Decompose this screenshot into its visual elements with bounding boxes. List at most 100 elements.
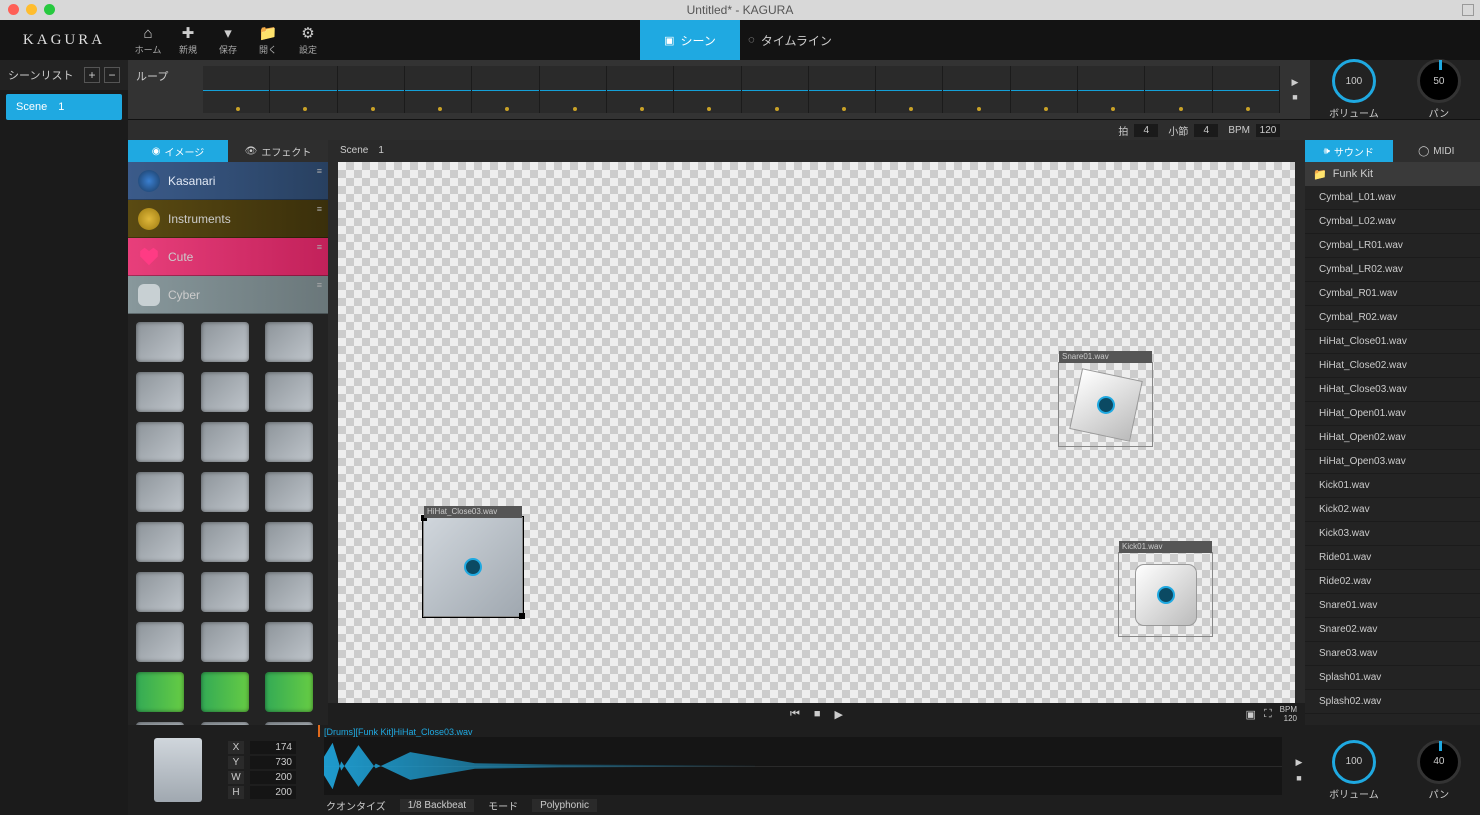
master-volume-knob[interactable]: 100 [1332, 59, 1376, 103]
mode-scene[interactable]: ▣シーン [640, 20, 740, 60]
fullscreen-icon[interactable]: ⛶ [1264, 708, 1272, 721]
coord-h[interactable]: 200 [250, 786, 296, 799]
asset-thumb[interactable] [136, 372, 184, 412]
sound-file-row[interactable]: Snare02.wav [1305, 618, 1480, 642]
sound-file-row[interactable]: Cymbal_L01.wav [1305, 186, 1480, 210]
asset-thumb[interactable] [265, 522, 313, 562]
asset-thumb[interactable] [265, 472, 313, 512]
coord-y[interactable]: 730 [250, 756, 296, 769]
sound-file-row[interactable]: HiHat_Close03.wav [1305, 378, 1480, 402]
menu-icon[interactable]: ≡ [317, 204, 322, 214]
sound-file-row[interactable]: Snare01.wav [1305, 594, 1480, 618]
prev-icon[interactable]: ⏮ [790, 708, 800, 721]
scene-list-item[interactable]: Scene 1 [6, 94, 122, 120]
beat-value[interactable]: 4 [1134, 124, 1158, 137]
coord-w[interactable]: 200 [250, 771, 296, 784]
master-pan-knob[interactable]: 50 [1417, 59, 1461, 103]
sound-file-row[interactable]: HiHat_Open02.wav [1305, 426, 1480, 450]
home-button[interactable]: ⌂ホーム [128, 25, 168, 56]
sound-file-row[interactable]: Splash01.wav [1305, 666, 1480, 690]
sound-file-row[interactable]: Ride02.wav [1305, 570, 1480, 594]
bpm-value[interactable]: 120 [1256, 124, 1280, 137]
sound-file-row[interactable]: Kick02.wav [1305, 498, 1480, 522]
tab-midi[interactable]: ◯MIDI [1393, 140, 1480, 162]
category-kasanari[interactable]: Kasanari≡ [128, 162, 328, 200]
coord-x[interactable]: 174 [250, 741, 296, 754]
loop-play-icon[interactable]: ▶ [1292, 77, 1299, 88]
mode-value[interactable]: Polyphonic [532, 799, 597, 812]
remove-scene-button[interactable]: − [104, 67, 120, 83]
loop-stop-icon[interactable]: ■ [1292, 92, 1297, 102]
asset-thumb[interactable] [265, 572, 313, 612]
asset-thumb[interactable] [136, 522, 184, 562]
save-button[interactable]: ▾保存 [208, 24, 248, 56]
object-pan-knob[interactable]: 40 [1417, 740, 1461, 784]
asset-thumb[interactable] [201, 622, 249, 662]
quantize-value[interactable]: 1/8 Backbeat [400, 799, 474, 812]
object-volume-knob[interactable]: 100 [1332, 740, 1376, 784]
sound-file-row[interactable]: Kick01.wav [1305, 474, 1480, 498]
asset-thumb[interactable] [265, 422, 313, 462]
sound-file-row[interactable]: HiHat_Close02.wav [1305, 354, 1480, 378]
asset-thumb[interactable] [201, 472, 249, 512]
asset-thumb[interactable] [136, 622, 184, 662]
tab-image[interactable]: ◉イメージ [128, 140, 228, 162]
waveform[interactable] [324, 737, 1282, 795]
sound-file-row[interactable]: HiHat_Close01.wav [1305, 330, 1480, 354]
sound-file-row[interactable]: HiHat_Open03.wav [1305, 450, 1480, 474]
asset-thumb[interactable] [136, 672, 184, 712]
scene-list-panel: シーンリスト + − Scene 1 [0, 60, 128, 815]
canvas-object-kick[interactable]: Kick01.wav [1118, 552, 1213, 637]
wave-play-icon[interactable]: ▶ [1296, 757, 1303, 768]
asset-thumb[interactable] [201, 522, 249, 562]
asset-thumb[interactable] [136, 472, 184, 512]
sound-file-row[interactable]: HiHat_Open01.wav [1305, 402, 1480, 426]
settings-button[interactable]: ⚙設定 [288, 24, 328, 56]
mode-timeline[interactable]: ◌タイムライン [740, 20, 840, 60]
sound-file-row[interactable]: Cymbal_LR01.wav [1305, 234, 1480, 258]
asset-thumb[interactable] [136, 322, 184, 362]
bar-value[interactable]: 4 [1194, 124, 1218, 137]
stop-icon[interactable]: ■ [814, 708, 821, 720]
asset-thumb[interactable] [265, 622, 313, 662]
fit-icon[interactable]: ▣ [1246, 708, 1256, 721]
canvas-object-snare[interactable]: Snare01.wav [1058, 362, 1153, 447]
asset-thumb[interactable] [265, 372, 313, 412]
open-button[interactable]: 📁開く [248, 24, 288, 56]
add-scene-button[interactable]: + [84, 67, 100, 83]
sound-file-row[interactable]: Cymbal_L02.wav [1305, 210, 1480, 234]
asset-thumb[interactable] [201, 322, 249, 362]
asset-thumb[interactable] [201, 372, 249, 412]
sound-file-row[interactable]: Cymbal_R01.wav [1305, 282, 1480, 306]
wave-stop-icon[interactable]: ■ [1296, 773, 1301, 783]
asset-thumb[interactable] [201, 672, 249, 712]
traffic-lights[interactable] [0, 0, 63, 20]
asset-thumb[interactable] [136, 422, 184, 462]
menu-icon[interactable]: ≡ [317, 242, 322, 252]
sound-file-row[interactable]: Cymbal_LR02.wav [1305, 258, 1480, 282]
menu-icon[interactable]: ≡ [317, 280, 322, 290]
asset-thumb[interactable] [136, 572, 184, 612]
sound-file-row[interactable]: Splash02.wav [1305, 690, 1480, 714]
new-button[interactable]: ✚新規 [168, 24, 208, 56]
category-instruments[interactable]: Instruments≡ [128, 200, 328, 238]
sound-file-row[interactable]: Snare03.wav [1305, 642, 1480, 666]
scene-canvas[interactable]: HiHat_Close03.wav Snare01.wav Kick01.wav [338, 162, 1295, 703]
tab-sound[interactable]: 🕪サウンド [1305, 140, 1393, 162]
sound-file-row[interactable]: Ride01.wav [1305, 546, 1480, 570]
canvas-object-hihat[interactable]: HiHat_Close03.wav [423, 517, 523, 617]
category-cute[interactable]: Cute≡ [128, 238, 328, 276]
asset-thumb[interactable] [201, 572, 249, 612]
menu-icon[interactable]: ≡ [317, 166, 322, 176]
sound-folder[interactable]: 📁Funk Kit [1305, 162, 1480, 186]
asset-thumb[interactable] [201, 422, 249, 462]
category-cyber[interactable]: Cyber≡ [128, 276, 328, 314]
loop-track[interactable] [203, 66, 1280, 113]
maximize-icon[interactable] [1462, 4, 1474, 16]
sound-file-row[interactable]: Kick03.wav [1305, 522, 1480, 546]
tab-effect[interactable]: 👁エフェクト [228, 140, 328, 162]
play-icon[interactable]: ▶ [835, 708, 843, 721]
asset-thumb[interactable] [265, 672, 313, 712]
asset-thumb[interactable] [265, 322, 313, 362]
sound-file-row[interactable]: Cymbal_R02.wav [1305, 306, 1480, 330]
